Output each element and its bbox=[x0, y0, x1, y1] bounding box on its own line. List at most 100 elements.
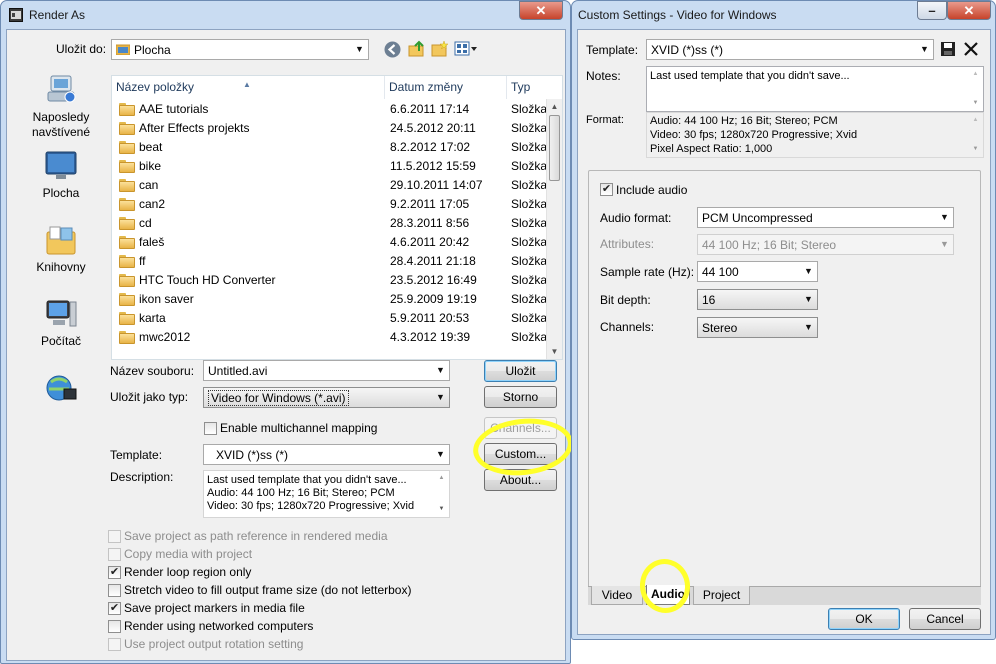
chevron-down-icon: ▼ bbox=[436, 365, 445, 375]
description-scrollbar[interactable]: ▲ ▼ bbox=[435, 471, 449, 517]
notes-scrollbar[interactable]: ▲ ▼ bbox=[969, 67, 983, 111]
channels-label: Channels: bbox=[600, 320, 655, 334]
up-folder-icon[interactable] bbox=[408, 40, 426, 58]
scroll-down-icon[interactable]: ▼ bbox=[969, 96, 982, 111]
scroll-up-icon[interactable]: ▲ bbox=[435, 471, 448, 486]
cancel-button[interactable]: Storno bbox=[484, 386, 557, 408]
custom-settings-titlebar[interactable]: Custom Settings - Video for Windows – ✕ bbox=[572, 1, 995, 29]
file-name: ff bbox=[139, 254, 146, 268]
column-header-type[interactable]: Typ bbox=[507, 76, 562, 99]
option-label: Use project output rotation setting bbox=[124, 637, 304, 651]
scroll-up-icon[interactable]: ▲ bbox=[969, 113, 982, 128]
save-button[interactable]: Uložit bbox=[484, 360, 557, 382]
render-as-close-button[interactable]: ✕ bbox=[519, 1, 563, 20]
new-folder-icon[interactable] bbox=[431, 40, 449, 58]
file-row[interactable]: ikon saver 25.9.2009 19:19 Složka bbox=[112, 290, 548, 309]
tab-project[interactable]: Project bbox=[693, 586, 750, 605]
scroll-down-icon[interactable]: ▼ bbox=[435, 502, 448, 517]
view-menu-icon[interactable] bbox=[454, 41, 478, 57]
multichannel-checkbox[interactable] bbox=[204, 422, 217, 435]
file-type: Složka bbox=[511, 311, 547, 325]
place-desktop[interactable]: Plocha bbox=[13, 150, 109, 201]
scroll-down-icon[interactable]: ▼ bbox=[547, 344, 562, 359]
place-label: Počítač bbox=[40, 334, 82, 348]
file-row[interactable]: can 29.10.2011 14:07 Složka bbox=[112, 176, 548, 195]
option-label: Copy media with project bbox=[124, 547, 253, 561]
option-checkbox[interactable] bbox=[108, 584, 121, 597]
file-list[interactable]: Název položky ▲ Datum změny Typ AAE tuto… bbox=[111, 75, 563, 360]
render-as-titlebar[interactable]: Render As ✕ bbox=[1, 1, 570, 29]
ok-button[interactable]: OK bbox=[828, 608, 900, 630]
format-scrollbar[interactable]: ▲ ▼ bbox=[969, 113, 983, 157]
column-header-name[interactable]: Název položky ▲ bbox=[112, 76, 385, 99]
notes-box[interactable]: Last used template that you didn't save.… bbox=[646, 66, 984, 112]
back-icon[interactable] bbox=[384, 41, 401, 58]
about-button[interactable]: About... bbox=[484, 469, 557, 491]
audio-format-label: Audio format: bbox=[600, 211, 672, 225]
file-rows: AAE tutorials 6.6.2011 17:14 Složka After E… bbox=[112, 100, 548, 359]
option-checkbox[interactable] bbox=[108, 548, 121, 561]
scroll-up-icon[interactable]: ▲ bbox=[547, 99, 562, 114]
filename-combo[interactable]: Untitled.avi ▼ bbox=[203, 360, 450, 381]
file-row[interactable]: AAE tutorials 6.6.2011 17:14 Složka bbox=[112, 100, 548, 119]
template-combo[interactable]: XVID (*)ss (*) ▼ bbox=[203, 444, 450, 465]
tab-video[interactable]: Video bbox=[591, 586, 643, 605]
file-list-scrollbar[interactable]: ▲ ▼ bbox=[546, 99, 562, 359]
file-row[interactable]: bike 11.5.2012 15:59 Složka bbox=[112, 157, 548, 176]
custom-settings-close-button[interactable]: ✕ bbox=[947, 1, 991, 20]
place-network[interactable] bbox=[13, 372, 109, 408]
cs-cancel-button[interactable]: Cancel bbox=[909, 608, 981, 630]
place-libraries[interactable]: Knihovny bbox=[13, 224, 109, 275]
channels-button[interactable]: Channels... bbox=[484, 417, 557, 439]
sample-rate-combo[interactable]: 44 100 ▼ bbox=[697, 261, 818, 282]
option-checkbox[interactable] bbox=[108, 530, 121, 543]
file-row[interactable]: ff 28.4.2011 21:18 Složka bbox=[112, 252, 548, 271]
file-date: 11.5.2012 15:59 bbox=[390, 159, 476, 173]
chevron-down-icon: ▼ bbox=[804, 294, 813, 304]
option-checkbox[interactable] bbox=[108, 620, 121, 633]
file-row[interactable]: beat 8.2.2012 17:02 Složka bbox=[112, 138, 548, 157]
save-template-icon[interactable] bbox=[940, 41, 956, 57]
custom-button[interactable]: Custom... bbox=[484, 443, 557, 465]
bit-depth-combo[interactable]: 16 ▼ bbox=[697, 289, 818, 310]
minimize-button[interactable]: – bbox=[917, 1, 947, 20]
column-header-date[interactable]: Datum změny bbox=[385, 76, 507, 99]
delete-template-icon[interactable] bbox=[963, 41, 979, 57]
place-recent[interactable]: Naposledy navštívené bbox=[13, 74, 109, 140]
cs-template-combo[interactable]: XVID (*)ss (*) ▼ bbox=[646, 39, 934, 60]
computer-icon bbox=[44, 298, 78, 330]
save-in-combo[interactable]: Plocha ▼ bbox=[111, 39, 369, 60]
folder-icon bbox=[119, 198, 135, 211]
description-line: Video: 30 fps; 1280x720 Progressive; Xvi… bbox=[207, 500, 415, 512]
option-checkbox[interactable] bbox=[108, 638, 121, 651]
sample-rate-value: 44 100 bbox=[702, 265, 739, 279]
file-row[interactable]: cd 28.3.2011 8:56 Složka bbox=[112, 214, 548, 233]
column-header-label: Název položky bbox=[116, 80, 195, 94]
custom-settings-title: Custom Settings - Video for Windows bbox=[578, 8, 777, 22]
file-row[interactable]: karta 5.9.2011 20:53 Složka bbox=[112, 309, 548, 328]
column-header-label: Datum změny bbox=[389, 80, 464, 94]
audio-format-combo[interactable]: PCM Uncompressed ▼ bbox=[697, 207, 954, 228]
option-checkbox[interactable]: ✔ bbox=[108, 566, 121, 579]
bit-depth-value: 16 bbox=[702, 293, 716, 307]
place-computer[interactable]: Počítač bbox=[13, 298, 109, 349]
file-row[interactable]: After Effects projekts 24.5.2012 20:11 Slo… bbox=[112, 119, 548, 138]
file-row[interactable]: mwc2012 4.3.2012 19:39 Složka bbox=[112, 328, 548, 347]
file-date: 5.9.2011 20:53 bbox=[390, 311, 470, 325]
place-label: Naposledy navštívené bbox=[31, 110, 91, 139]
include-audio-checkbox[interactable]: ✔ bbox=[600, 183, 613, 196]
scroll-down-icon[interactable]: ▼ bbox=[969, 142, 982, 157]
file-name: mwc2012 bbox=[139, 330, 191, 344]
channels-combo[interactable]: Stereo ▼ bbox=[697, 317, 818, 338]
file-row[interactable]: faleš 4.6.2011 20:42 Složka bbox=[112, 233, 548, 252]
folder-icon bbox=[119, 274, 135, 287]
option-checkbox[interactable]: ✔ bbox=[108, 602, 121, 615]
scroll-thumb[interactable] bbox=[549, 115, 560, 181]
file-row[interactable]: can2 9.2.2011 17:05 Složka bbox=[112, 195, 548, 214]
filetype-combo[interactable]: Video for Windows (*.avi) ▼ bbox=[203, 387, 450, 408]
attributes-combo[interactable]: 44 100 Hz; 16 Bit; Stereo ▼ bbox=[697, 234, 954, 255]
file-row[interactable]: HTC Touch HD Converter 23.5.2012 16:49 Slo… bbox=[112, 271, 548, 290]
tab-audio[interactable]: Audio bbox=[646, 585, 690, 605]
scroll-up-icon[interactable]: ▲ bbox=[969, 67, 982, 82]
render-as-client: Uložit do: Plocha ▼ Naposledy navštívené bbox=[6, 29, 566, 661]
